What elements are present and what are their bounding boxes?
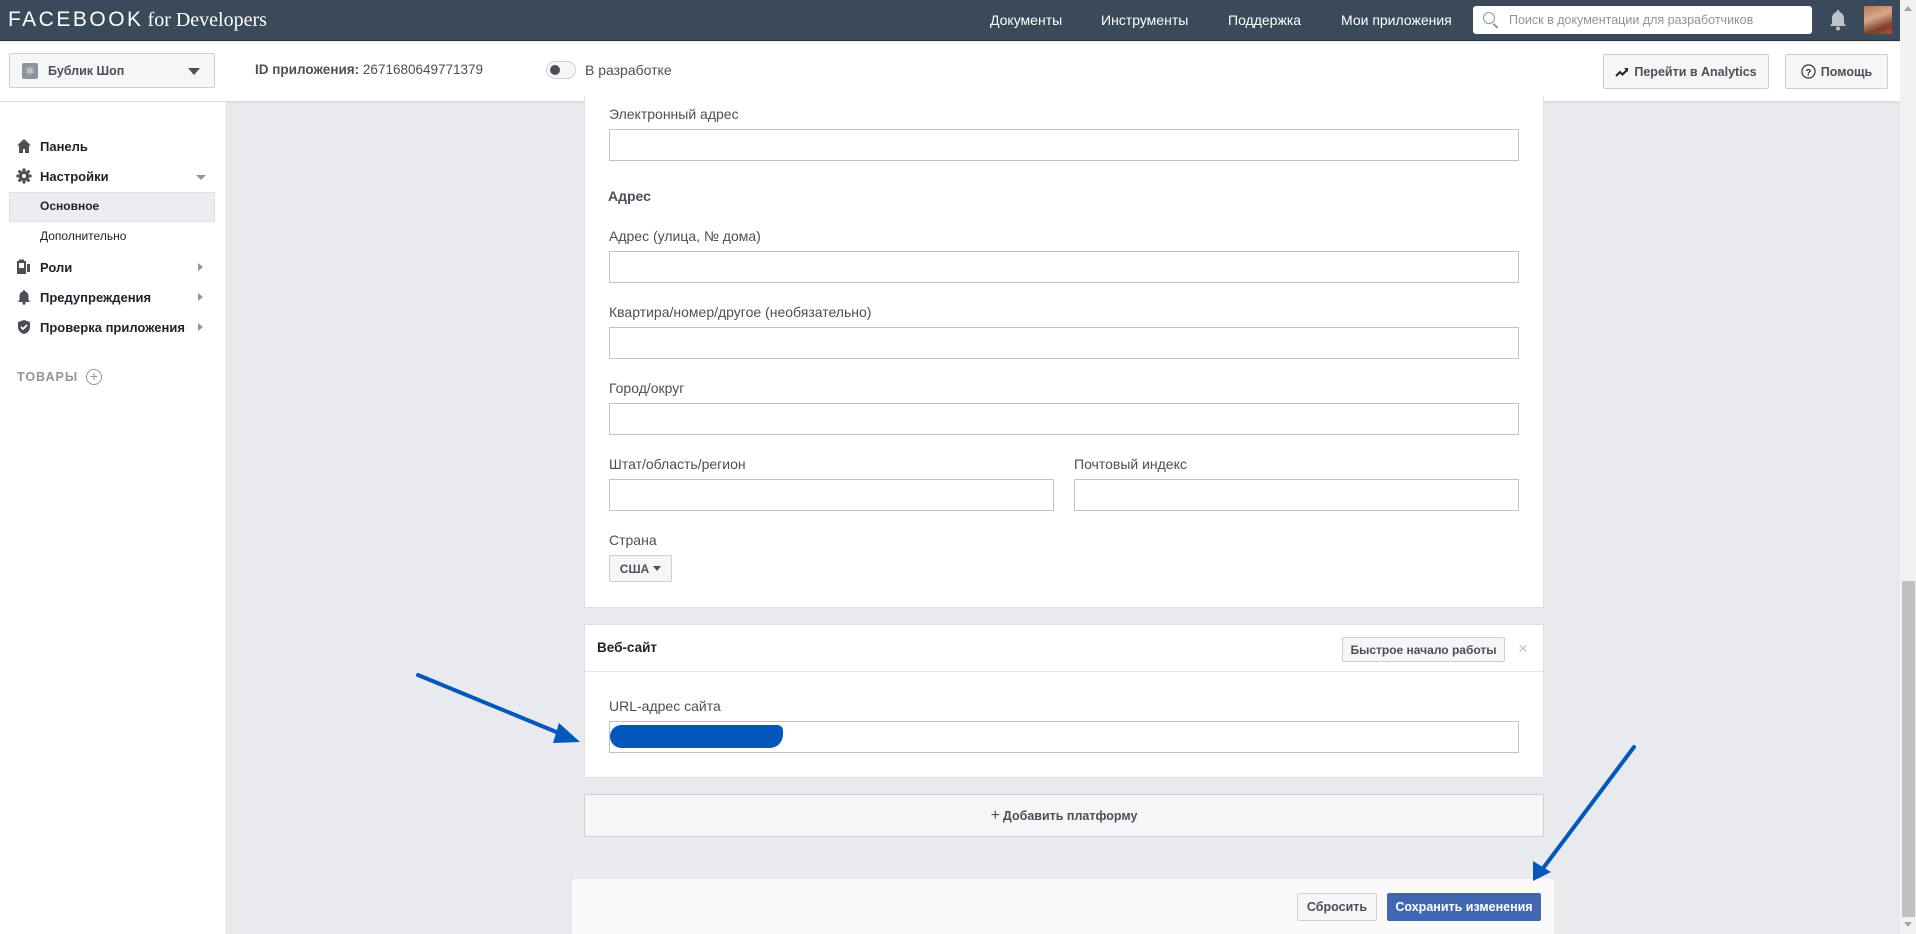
address-heading: Адрес xyxy=(608,188,651,204)
sidebar-item-label: Предупреждения xyxy=(40,289,152,305)
sidebar-item-label: Панель xyxy=(40,138,88,154)
street-label: Адрес (улица, № дома) xyxy=(609,228,761,244)
sidebar-item-app-review[interactable]: Проверка приложения xyxy=(16,319,185,335)
state-field[interactable] xyxy=(609,479,1054,511)
search-icon xyxy=(1483,12,1495,24)
app-id-value: 2671680649771379 xyxy=(362,62,484,77)
state-label: Штат/область/регион xyxy=(609,456,746,472)
gear-icon xyxy=(16,168,32,184)
add-platform-button[interactable]: + Добавить платформу xyxy=(584,794,1544,837)
country-label: Страна xyxy=(609,532,657,548)
email-label: Электронный адрес xyxy=(609,106,739,122)
sidebar-subitem-advanced[interactable]: Дополнительно xyxy=(40,229,126,243)
sidebar-item-settings[interactable]: Настройки xyxy=(16,168,109,184)
country-value: США xyxy=(619,561,650,576)
help-button-label: Помощь xyxy=(1820,64,1873,79)
chevron-down-icon[interactable] xyxy=(196,175,206,180)
zip-label: Почтовый индекс xyxy=(1074,456,1187,472)
analytics-button-label: Перейти в Analytics xyxy=(1634,64,1757,79)
svg-text:?: ? xyxy=(1805,67,1811,77)
sidebar-item-label: Проверка приложения xyxy=(40,319,185,335)
avatar[interactable] xyxy=(1864,6,1892,34)
close-icon[interactable]: × xyxy=(1518,639,1528,659)
scroll-down-arrow-icon[interactable] xyxy=(1904,922,1912,927)
question-circle-icon: ? xyxy=(1801,64,1816,79)
sidebar-item-label: Роли xyxy=(40,259,73,275)
sidebar-item-roles[interactable]: Роли xyxy=(16,259,72,275)
app-selector-dropdown[interactable]: ⚛ Бублик Шоп xyxy=(9,53,215,88)
chevron-right-icon[interactable] xyxy=(198,323,203,331)
chevron-down-icon xyxy=(188,68,200,75)
quick-start-button[interactable]: Быстрое начало работы xyxy=(1342,637,1505,662)
chevron-right-icon[interactable] xyxy=(198,293,203,301)
sidebar-item-label: Настройки xyxy=(40,168,109,184)
bell-icon xyxy=(16,289,32,305)
chevron-down-icon xyxy=(653,566,662,571)
logo-main: FACEBOOK xyxy=(8,8,144,31)
sidebar-subitem-basic[interactable]: Основное xyxy=(40,199,99,213)
app-id-label: ID приложения: xyxy=(255,62,360,77)
add-platform-label: Добавить платформу xyxy=(1002,808,1138,823)
sidebar-item-dashboard[interactable]: Панель xyxy=(16,138,88,154)
zip-field[interactable] xyxy=(1074,479,1519,511)
help-button[interactable]: ? Помощь xyxy=(1785,54,1888,89)
analytics-button[interactable]: Перейти в Analytics xyxy=(1603,54,1769,89)
save-changes-button[interactable]: Сохранить изменения xyxy=(1387,893,1541,921)
shield-check-icon xyxy=(16,319,32,335)
sidebar xyxy=(0,102,227,934)
divider xyxy=(585,671,1543,672)
annotation-arrow-url xyxy=(416,673,580,743)
roles-icon xyxy=(16,259,32,275)
app-atom-icon: ⚛ xyxy=(22,63,38,79)
scroll-up-arrow-icon[interactable] xyxy=(1904,6,1912,11)
toggle-knob xyxy=(550,65,560,75)
trending-up-icon xyxy=(1615,67,1629,77)
country-select[interactable]: США xyxy=(609,555,672,582)
street-address-field[interactable] xyxy=(609,251,1519,283)
docs-search[interactable] xyxy=(1473,6,1812,34)
app-name: Бублик Шоп xyxy=(48,64,125,78)
products-heading: ТОВАРЫ xyxy=(17,370,79,384)
reset-button[interactable]: Сбросить xyxy=(1297,893,1377,921)
apartment-label: Квартира/номер/другое (необязательно) xyxy=(609,304,872,320)
sidebar-item-alerts[interactable]: Предупреждения xyxy=(16,289,151,305)
development-mode-label: В разработке xyxy=(585,62,672,78)
nav-my-apps[interactable]: Мои приложения xyxy=(1341,12,1452,28)
nav-docs[interactable]: Документы xyxy=(990,12,1062,28)
scrollbar-thumb[interactable] xyxy=(1902,581,1915,917)
search-input[interactable] xyxy=(1509,10,1799,30)
site-url-label: URL-адрес сайта xyxy=(609,698,721,714)
facebook-developers-logo[interactable]: FACEBOOK for Developers xyxy=(8,8,267,32)
chevron-right-icon[interactable] xyxy=(198,263,203,271)
home-icon xyxy=(16,138,32,154)
annotation-arrow-save xyxy=(1533,745,1636,881)
website-title: Веб-сайт xyxy=(597,640,658,655)
app-id: ID приложения: 2671680649771379 xyxy=(255,62,483,77)
add-product-icon[interactable]: + xyxy=(86,369,102,385)
nav-tools[interactable]: Инструменты xyxy=(1101,12,1188,28)
development-mode-toggle[interactable] xyxy=(546,61,576,79)
email-field[interactable] xyxy=(609,129,1519,161)
nav-support[interactable]: Поддержка xyxy=(1228,12,1301,28)
city-label: Город/округ xyxy=(609,380,685,396)
bell-icon[interactable] xyxy=(1828,9,1848,31)
city-field[interactable] xyxy=(609,403,1519,435)
apartment-field[interactable] xyxy=(609,327,1519,359)
redacted-url-mark xyxy=(610,725,783,748)
plus-icon: + xyxy=(990,806,1000,824)
logo-sub: for Developers xyxy=(147,9,267,31)
